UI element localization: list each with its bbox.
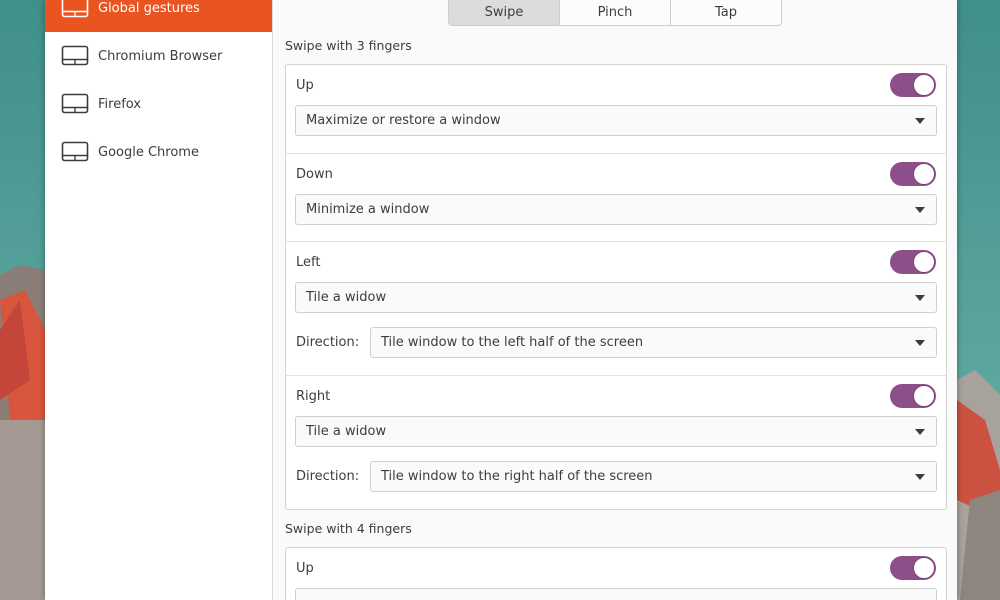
touchpad-icon [61,44,89,68]
direction-dropdown[interactable]: Tile window to the right half of the scr… [370,461,937,492]
chevron-down-icon [915,207,925,213]
chevron-down-icon [915,429,925,435]
chevron-down-icon [915,295,925,301]
sidebar-item-google-chrome[interactable]: Google Chrome [45,128,272,176]
direction-dropdown[interactable]: Tile window to the left half of the scre… [370,327,937,358]
gesture-label: Down [296,167,333,182]
enable-toggle[interactable] [890,384,936,408]
dropdown-value: Tile window to the right half of the scr… [381,469,653,484]
direction-label: Direction: [296,469,360,484]
swipe-3-group: Up Maximize or restore a window Down Min… [285,64,947,510]
sidebar-item-global-gestures[interactable]: Global gestures [45,0,272,32]
app-window: Global gestures Chromium Browser Firefox… [45,0,957,600]
gesture-label: Up [296,561,314,576]
touchpad-icon [61,0,89,20]
tab-swipe[interactable]: Swipe [449,0,560,25]
section-title-swipe-3: Swipe with 3 fingers [285,38,412,53]
toggle-knob [913,557,935,579]
toggle-knob [913,74,935,96]
action-dropdown[interactable]: Maximize or restore a window [295,105,937,136]
chevron-down-icon [915,118,925,124]
tab-pinch[interactable]: Pinch [560,0,671,25]
toggle-knob [913,385,935,407]
swipe-4-group: Up [285,547,947,600]
enable-toggle[interactable] [890,162,936,186]
gesture-swipe4-up: Up [286,548,946,600]
toggle-knob [913,163,935,185]
action-dropdown[interactable] [295,588,937,600]
enable-toggle[interactable] [890,73,936,97]
gesture-label: Left [296,255,321,270]
gesture-swipe3-right: Right Tile a widow Direction: Tile windo… [286,376,946,509]
gesture-swipe3-up: Up Maximize or restore a window [286,65,946,154]
direction-label: Direction: [296,335,360,350]
touchpad-icon [61,92,89,116]
touchpad-icon [61,140,89,164]
action-dropdown[interactable]: Tile a widow [295,416,937,447]
gesture-swipe3-down: Down Minimize a window [286,154,946,242]
chevron-down-icon [915,340,925,346]
gesture-swipe3-left: Left Tile a widow Direction: Tile window… [286,242,946,376]
sidebar-item-firefox[interactable]: Firefox [45,80,272,128]
sidebar-item-chromium-browser[interactable]: Chromium Browser [45,32,272,80]
tab-tap[interactable]: Tap [671,0,781,25]
enable-toggle[interactable] [890,250,936,274]
dropdown-value: Tile window to the left half of the scre… [381,335,644,350]
action-dropdown[interactable]: Tile a widow [295,282,937,313]
sidebar-item-label: Firefox [98,96,142,112]
section-title-swipe-4: Swipe with 4 fingers [285,521,412,536]
enable-toggle[interactable] [890,556,936,580]
gesture-label: Right [296,389,331,404]
dropdown-value: Minimize a window [306,202,430,217]
gesture-type-tabs: Swipe Pinch Tap [448,0,782,26]
sidebar-item-label: Global gestures [98,0,200,16]
main-panel: Swipe Pinch Tap Swipe with 3 fingers Up … [273,0,957,600]
gesture-label: Up [296,78,314,93]
sidebar: Global gestures Chromium Browser Firefox… [45,0,273,600]
dropdown-value: Tile a widow [306,290,387,305]
dropdown-value: Maximize or restore a window [306,113,501,128]
action-dropdown[interactable]: Minimize a window [295,194,937,225]
sidebar-item-label: Chromium Browser [98,48,223,64]
toggle-knob [913,251,935,273]
dropdown-value: Tile a widow [306,424,387,439]
chevron-down-icon [915,474,925,480]
sidebar-item-label: Google Chrome [98,144,199,160]
